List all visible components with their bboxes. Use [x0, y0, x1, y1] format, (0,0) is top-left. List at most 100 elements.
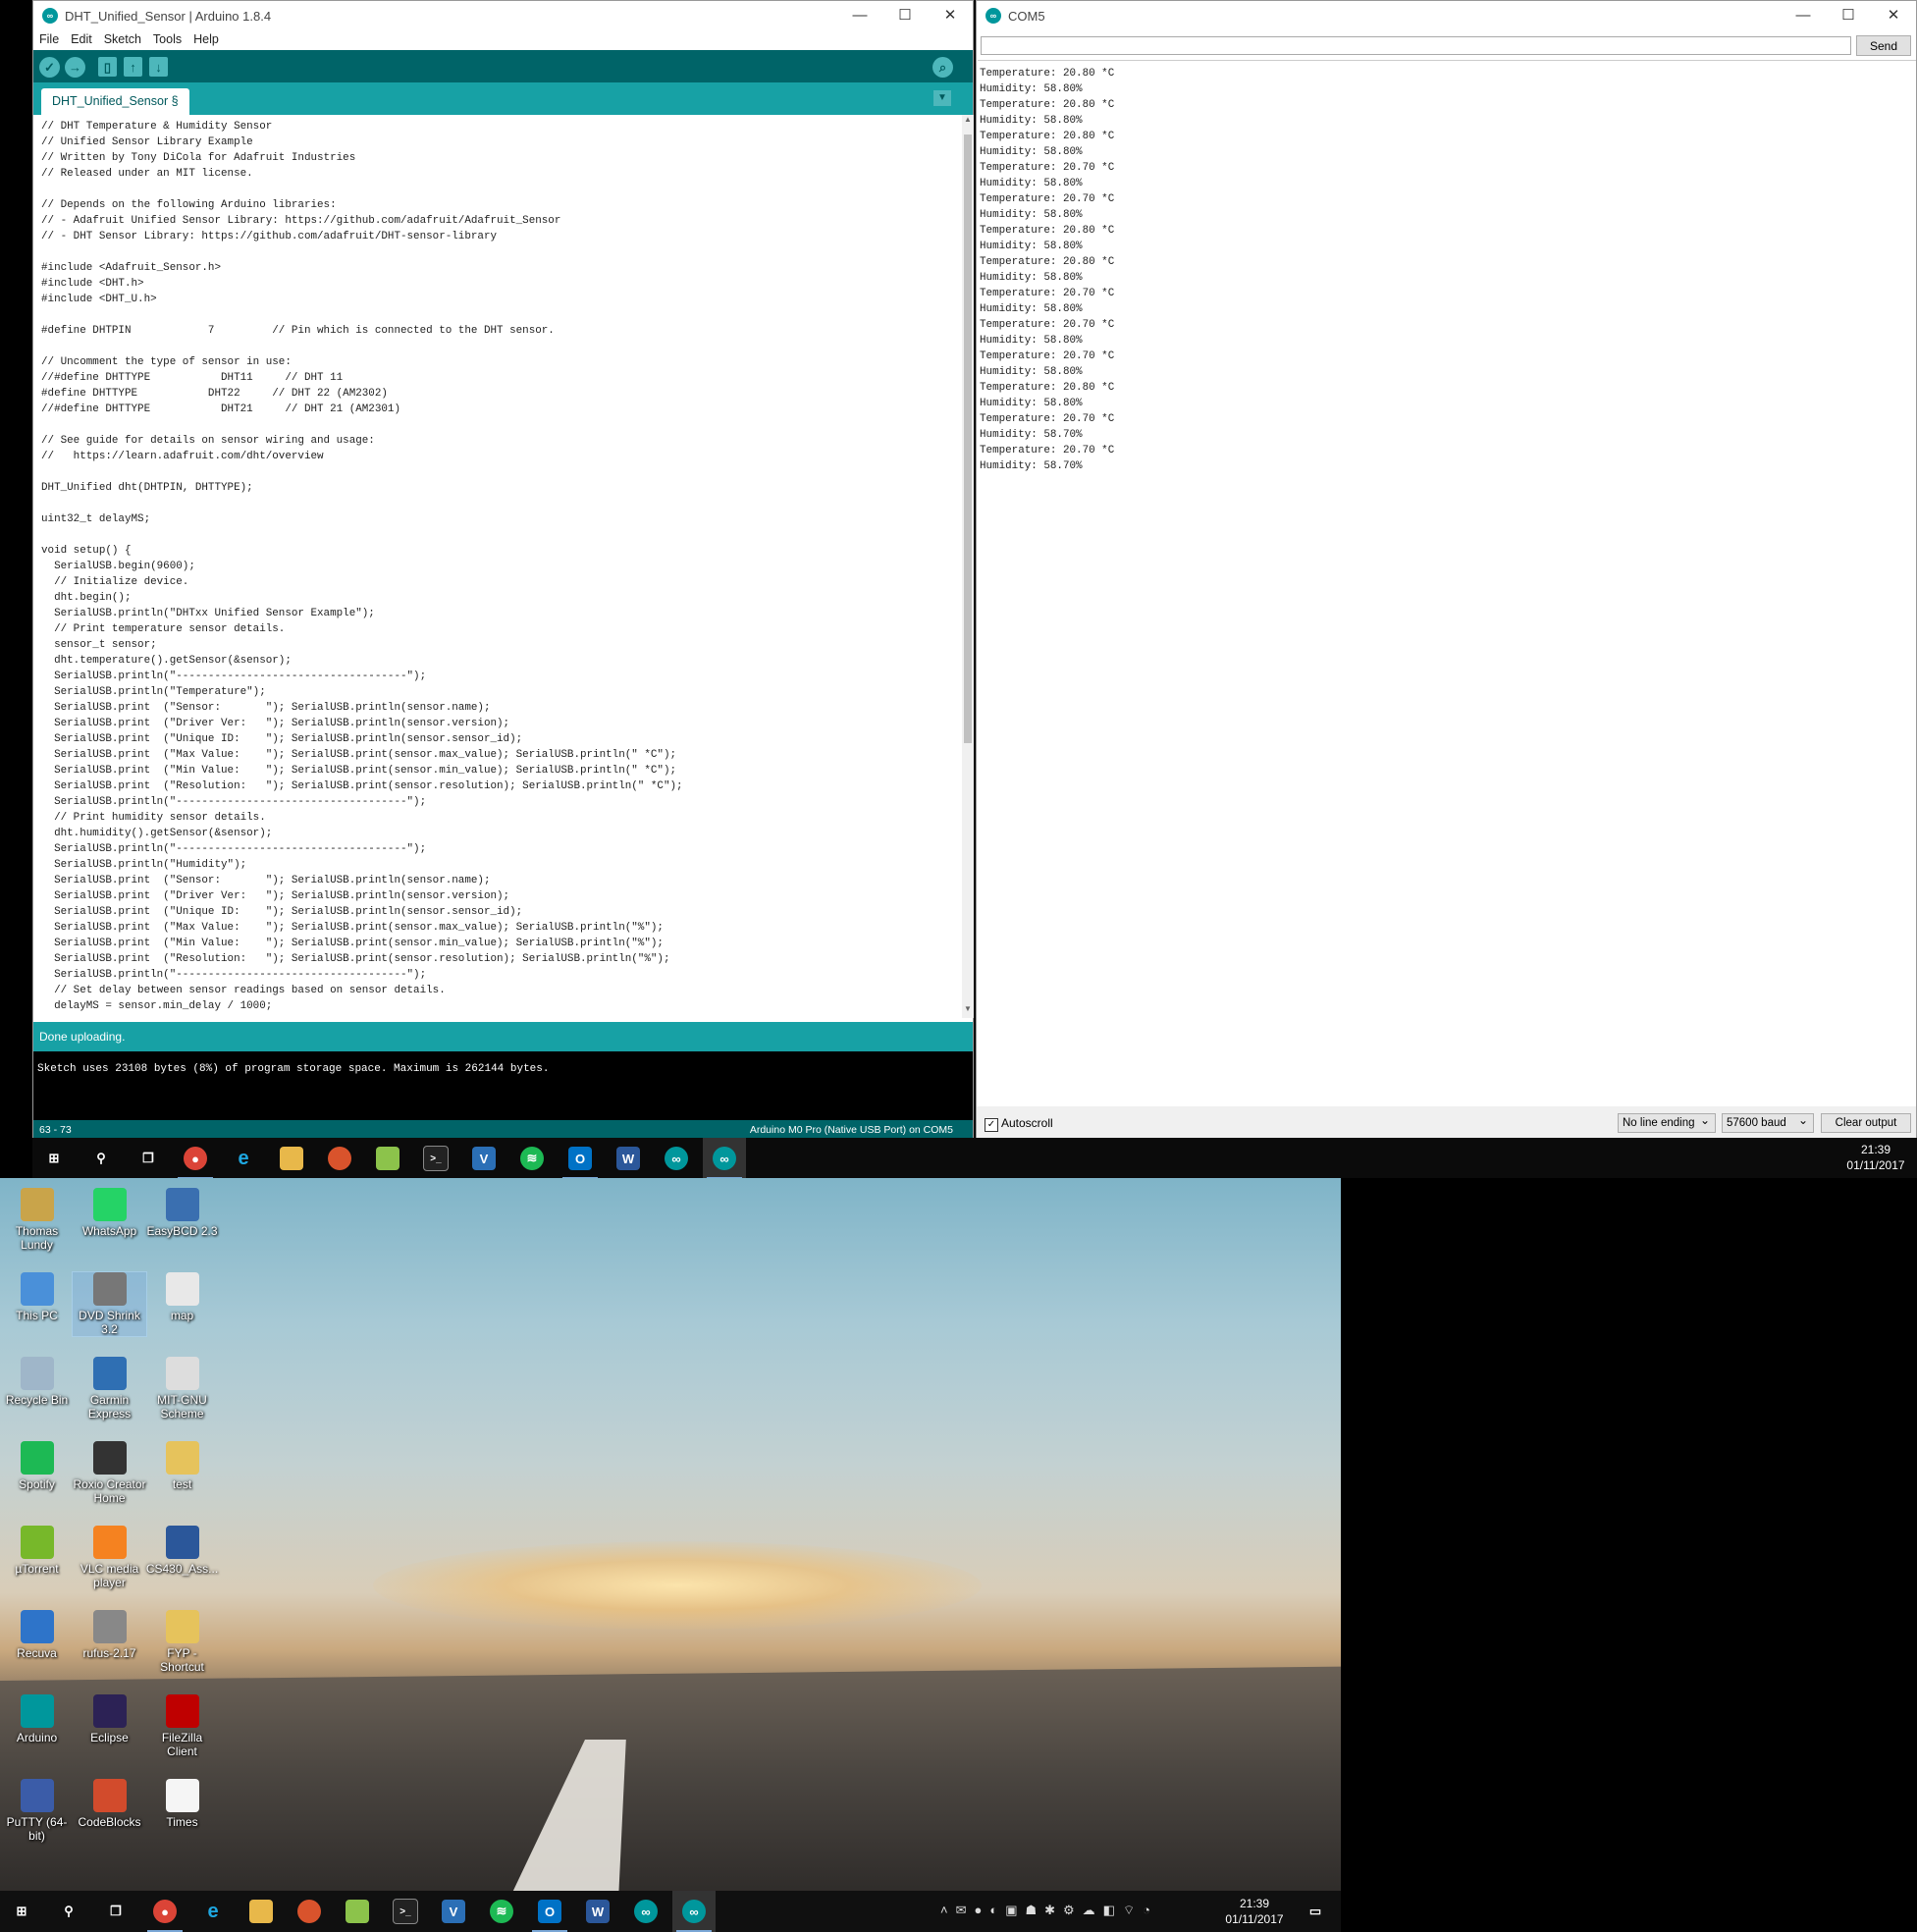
- notifications-icon[interactable]: ▭: [1294, 1891, 1337, 1932]
- desktop-icon-fyp-shortcut[interactable]: FYP - Shortcut: [145, 1610, 219, 1674]
- word-icon[interactable]: W: [576, 1891, 619, 1932]
- send-button[interactable]: Send: [1856, 35, 1911, 56]
- visual-paradigm-icon[interactable]: V: [432, 1891, 475, 1932]
- desktop-icon--torrent[interactable]: µTorrent: [0, 1526, 74, 1576]
- search-icon[interactable]: ⚲: [47, 1891, 90, 1932]
- tab-menu-icon[interactable]: ▼: [933, 90, 951, 106]
- command-prompt-icon[interactable]: >_: [384, 1891, 427, 1932]
- desktop-icon-whatsapp[interactable]: WhatsApp: [73, 1188, 146, 1238]
- desktop-icon-rufus-2-17[interactable]: rufus-2.17: [73, 1610, 146, 1660]
- arduino-window-title: DHT_Unified_Sensor | Arduino 1.8.4: [65, 8, 272, 24]
- chrome-icon[interactable]: ●: [143, 1891, 186, 1932]
- sumatra-icon[interactable]: [288, 1891, 331, 1932]
- chrome-icon[interactable]: ●: [174, 1138, 217, 1179]
- desktop-icon-label: Arduino: [16, 1731, 58, 1744]
- desktop-icon-dvd-shrink-3-2[interactable]: DVD Shrink 3.2: [72, 1271, 147, 1337]
- scrollbar-thumb[interactable]: [964, 134, 972, 743]
- desktop-icon-eclipse[interactable]: Eclipse: [73, 1694, 146, 1744]
- maximize-icon[interactable]: ☐: [882, 1, 928, 30]
- save-sketch-icon[interactable]: ↓: [149, 57, 168, 77]
- close-icon[interactable]: ✕: [1871, 1, 1916, 30]
- scroll-up-icon[interactable]: ▲: [962, 115, 974, 129]
- upper-clock[interactable]: 21:39 01/11/2017: [1837, 1142, 1915, 1173]
- folder-icon: [165, 1441, 199, 1475]
- verify-icon[interactable]: ✓: [39, 57, 60, 78]
- desktop-icon-this-pc[interactable]: This PC: [0, 1272, 74, 1322]
- maximize-icon[interactable]: ☐: [1826, 1, 1871, 30]
- start-icon[interactable]: ⊞: [0, 1891, 43, 1932]
- search-icon[interactable]: ⚲: [80, 1138, 123, 1179]
- menu-tools[interactable]: Tools: [147, 30, 187, 50]
- baud-rate-select[interactable]: 57600 baud: [1722, 1111, 1814, 1133]
- desktop-icon-recycle-bin[interactable]: Recycle Bin: [0, 1357, 74, 1407]
- desktop-icon-putty-64-bit[interactable]: PuTTY (64-bit): [0, 1779, 74, 1843]
- scroll-down-icon[interactable]: ▼: [962, 1004, 974, 1018]
- lower-clock[interactable]: 21:39 01/11/2017: [1215, 1896, 1294, 1927]
- upload-icon[interactable]: →: [65, 57, 85, 78]
- editor-scrollbar[interactable]: ▲ ▼: [962, 115, 974, 1018]
- new-sketch-icon[interactable]: ▯: [98, 57, 117, 77]
- serial-output[interactable]: Temperature: 20.80 *C Humidity: 58.80% T…: [978, 60, 1916, 1105]
- desktop-icon-mit-gnu-scheme[interactable]: MIT-GNU Scheme: [145, 1357, 219, 1421]
- outlook-icon[interactable]: O: [528, 1891, 571, 1932]
- file-explorer-icon[interactable]: [240, 1891, 283, 1932]
- serial-title-bar[interactable]: ∞ COM5 — ☐ ✕: [977, 1, 1916, 30]
- desktop-icon-times[interactable]: Times: [145, 1779, 219, 1829]
- minimize-icon[interactable]: —: [837, 1, 882, 30]
- command-prompt-icon[interactable]: >_: [414, 1138, 457, 1179]
- desktop-icon-arduino[interactable]: Arduino: [0, 1694, 74, 1744]
- arduino-taskbar-icon[interactable]: ∞: [624, 1891, 667, 1932]
- start-icon[interactable]: ⊞: [32, 1138, 76, 1179]
- internet-explorer-icon[interactable]: e: [191, 1891, 235, 1932]
- file-explorer-icon[interactable]: [270, 1138, 313, 1179]
- desktop-icon-garmin-express[interactable]: Garmin Express: [73, 1357, 146, 1421]
- desktop-icon-filezilla-client[interactable]: FileZilla Client: [145, 1694, 219, 1758]
- desktop-icon-vlc-media-player[interactable]: VLC media player: [73, 1526, 146, 1589]
- task-view-icon[interactable]: ❐: [94, 1891, 137, 1932]
- internet-explorer-icon[interactable]: e: [222, 1138, 265, 1179]
- word-icon[interactable]: W: [607, 1138, 650, 1179]
- desktop-icon-codeblocks[interactable]: CodeBlocks: [73, 1779, 146, 1829]
- spotify-icon[interactable]: ≋: [480, 1891, 523, 1932]
- codeblocks-icon: [92, 1779, 127, 1812]
- desktop-icon-recuva[interactable]: Recuva: [0, 1610, 74, 1660]
- code-editor[interactable]: // DHT Temperature & Humidity Sensor // …: [33, 115, 962, 1018]
- task-view-icon[interactable]: ❐: [127, 1138, 170, 1179]
- arduino-taskbar-icon-active[interactable]: ∞: [672, 1891, 716, 1932]
- spotify-icon[interactable]: ≋: [510, 1138, 554, 1179]
- notepad-plus-icon[interactable]: [366, 1138, 409, 1179]
- clear-output-button[interactable]: Clear output: [1821, 1113, 1911, 1133]
- serial-output-text: Temperature: 20.80 *C Humidity: 58.80% T…: [980, 68, 1115, 472]
- desktop-icon-test[interactable]: test: [145, 1441, 219, 1491]
- desktop-icon-label: MIT-GNU Scheme: [157, 1393, 207, 1421]
- arduino-title-bar[interactable]: ∞ DHT_Unified_Sensor | Arduino 1.8.4 — ☐…: [33, 1, 973, 30]
- serial-send-input[interactable]: [981, 36, 1851, 55]
- sumatra-icon[interactable]: [318, 1138, 361, 1179]
- desktop-icon-cs430-ass[interactable]: CS430_Ass...: [145, 1526, 219, 1576]
- desktop-icon-map[interactable]: map: [145, 1272, 219, 1322]
- arduino-taskbar-icon-active[interactable]: ∞: [703, 1138, 746, 1179]
- desktop-icon-easybcd-2-3[interactable]: EasyBCD 2.3: [145, 1188, 219, 1238]
- serial-monitor-icon[interactable]: ⌕: [932, 57, 953, 78]
- close-icon[interactable]: ✕: [928, 1, 973, 30]
- autoscroll-checkbox[interactable]: ✓: [985, 1118, 998, 1132]
- visual-paradigm-icon[interactable]: V: [462, 1138, 506, 1179]
- desktop-icon-thomas-lundy[interactable]: Thomas Lundy: [0, 1188, 74, 1252]
- menu-file[interactable]: File: [33, 30, 65, 50]
- tab-dht-unified-sensor[interactable]: DHT_Unified_Sensor §: [41, 88, 189, 115]
- desktop-icon-roxio-creator-home[interactable]: Roxio Creator Home: [73, 1441, 146, 1505]
- system-tray-icons[interactable]: ˄✉●◐▣☗✱⚙☁◧⌔◔: [940, 1903, 1158, 1918]
- text-file-icon: [165, 1779, 199, 1812]
- open-sketch-icon[interactable]: ↑: [124, 57, 142, 77]
- arduino-taskbar-icon[interactable]: ∞: [655, 1138, 698, 1179]
- minimize-icon[interactable]: —: [1781, 1, 1826, 30]
- desktop-icon-label: Spotify: [19, 1477, 55, 1491]
- menu-sketch[interactable]: Sketch: [98, 30, 147, 50]
- menu-edit[interactable]: Edit: [65, 30, 98, 50]
- line-ending-select[interactable]: No line ending: [1618, 1111, 1716, 1133]
- desktop-icon-spotify[interactable]: Spotify: [0, 1441, 74, 1491]
- notepad-plus-icon[interactable]: [336, 1891, 379, 1932]
- menu-help[interactable]: Help: [187, 30, 225, 50]
- desktop[interactable]: Thomas Lundy WhatsApp EasyBCD 2.3 This PC DV…: [0, 1178, 1341, 1893]
- outlook-icon[interactable]: O: [559, 1138, 602, 1179]
